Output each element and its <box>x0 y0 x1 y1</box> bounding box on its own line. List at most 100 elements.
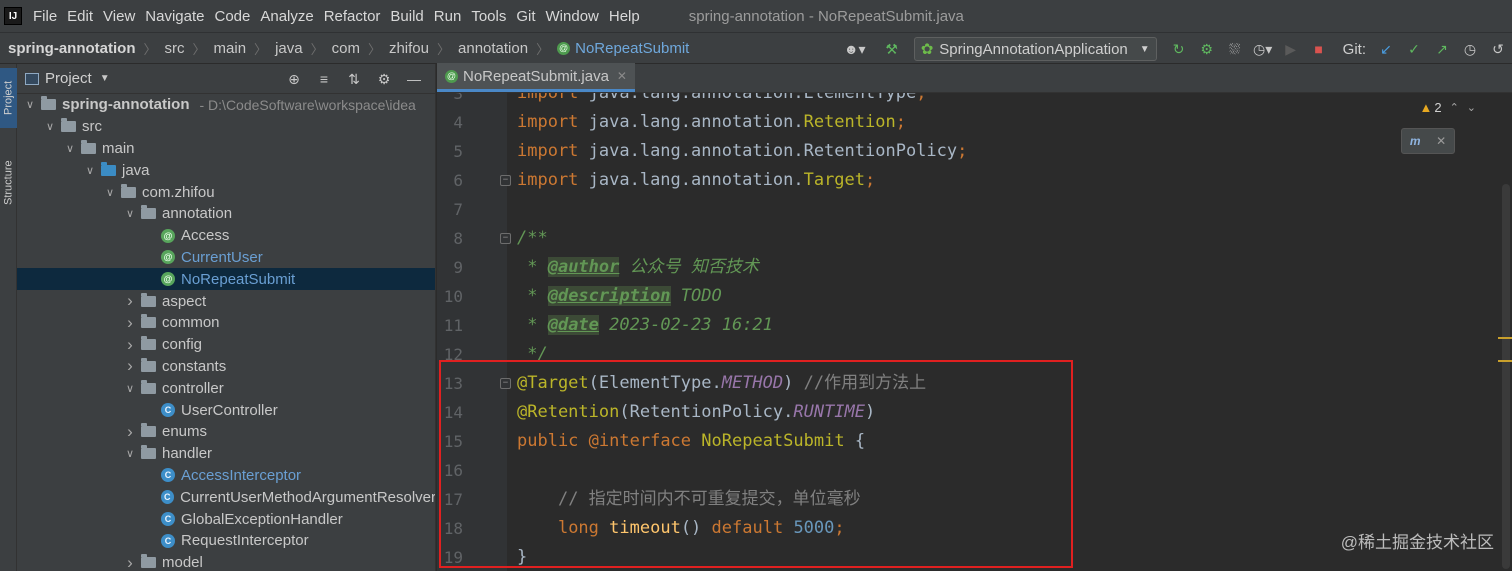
tree-node[interactable]: › constants <box>17 356 435 378</box>
breadcrumb-item[interactable]: com <box>332 40 360 57</box>
tree-node[interactable]: C UserController <box>17 399 435 421</box>
menu-view[interactable]: View <box>98 8 140 25</box>
breadcrumb-item[interactable]: annotation <box>458 40 528 57</box>
menu-help[interactable]: Help <box>604 8 645 25</box>
menu-file[interactable]: File <box>28 8 62 25</box>
tree-node[interactable]: ∨ com.zhifou <box>17 181 435 203</box>
tree-node[interactable]: › enums <box>17 421 435 443</box>
code-line[interactable]: 5 import java.lang.annotation.RetentionPo… <box>437 137 1512 166</box>
chevron-down-icon[interactable]: ∨ <box>63 142 77 155</box>
fold-toggle-icon[interactable]: − <box>500 233 511 244</box>
menu-run[interactable]: Run <box>429 8 467 25</box>
fold-toggle-icon[interactable]: − <box>500 175 511 186</box>
chevron-right-icon[interactable]: › <box>123 356 137 376</box>
breadcrumb-item[interactable]: @ NoRepeatSubmit <box>557 40 689 57</box>
code-line[interactable]: 6 − import java.lang.annotation.Target; <box>437 166 1512 195</box>
run-icon[interactable]: ▶ <box>1280 38 1302 60</box>
menu-refactor[interactable]: Refactor <box>319 8 386 25</box>
project-tool-tab[interactable]: Project <box>0 68 17 128</box>
rerun-icon[interactable]: ↻ <box>1168 38 1190 60</box>
build-hammer-icon[interactable]: ⚒ <box>881 38 903 60</box>
stop-icon[interactable]: ■ <box>1308 38 1330 60</box>
project-panel-title[interactable]: Project <box>45 70 92 87</box>
editor-scrollbar[interactable] <box>1502 184 1510 569</box>
chevron-down-icon[interactable]: ∨ <box>23 98 37 111</box>
chevron-up-icon[interactable]: ⌃ <box>1450 101 1459 114</box>
tree-node[interactable]: › model <box>17 552 435 571</box>
chevron-right-icon[interactable]: › <box>123 335 137 355</box>
tree-node[interactable]: › aspect <box>17 290 435 312</box>
hide-panel-icon[interactable]: — <box>403 68 425 90</box>
menu-edit[interactable]: Edit <box>62 8 98 25</box>
coverage-icon[interactable]: ⛆ <box>1224 38 1246 60</box>
chevron-right-icon[interactable]: › <box>123 313 137 333</box>
tree-node[interactable]: C GlobalExceptionHandler <box>17 508 435 530</box>
git-commit-icon[interactable]: ✓ <box>1403 38 1425 60</box>
tree-node[interactable]: ∨ java <box>17 159 435 181</box>
menu-code[interactable]: Code <box>209 8 255 25</box>
tree-node[interactable]: C CurrentUserMethodArgumentResolver <box>17 486 435 508</box>
breadcrumb-item[interactable]: main <box>214 40 247 57</box>
code-line[interactable]: 4 import java.lang.annotation.Retention; <box>437 108 1512 137</box>
inspection-widget[interactable]: ▲ 2 ⌃ ⌄ <box>1419 100 1476 115</box>
warning-marker[interactable] <box>1498 360 1512 362</box>
profile-icon[interactable]: ◷▾ <box>1252 38 1274 60</box>
code-line[interactable]: 11 * @date 2023-02-23 16:21 <box>437 311 1512 340</box>
chevron-down-icon[interactable]: ∨ <box>123 447 137 460</box>
menu-analyze[interactable]: Analyze <box>255 8 318 25</box>
breadcrumb-item[interactable]: zhifou <box>389 40 429 57</box>
chevron-down-icon[interactable]: ⌄ <box>1467 101 1476 114</box>
code-line[interactable]: 7 <box>437 195 1512 224</box>
menu-git[interactable]: Git <box>511 8 540 25</box>
tree-node[interactable]: C AccessInterceptor <box>17 465 435 487</box>
editor-tab-norepeatsubmit[interactable]: @ NoRepeatSubmit.java ✕ <box>437 63 635 92</box>
tree-node[interactable]: ∨ spring-annotation - D:\CodeSoftware\work… <box>17 94 435 116</box>
breadcrumb-item[interactable]: java <box>275 40 303 57</box>
chevron-down-icon[interactable]: ∨ <box>103 186 117 199</box>
code-line[interactable]: 9 * @author 公众号 知否技术 <box>437 253 1512 282</box>
git-history-icon[interactable]: ◷ <box>1459 38 1481 60</box>
maven-reload-popup[interactable]: m ✕ <box>1401 128 1455 154</box>
code-line[interactable]: 8 −/** <box>437 224 1512 253</box>
menu-tools[interactable]: Tools <box>466 8 511 25</box>
code-line[interactable]: 10 * @description TODO <box>437 282 1512 311</box>
chevron-right-icon[interactable]: › <box>123 291 137 311</box>
git-update-icon[interactable]: ↙ <box>1375 38 1397 60</box>
git-push-icon[interactable]: ↗ <box>1431 38 1453 60</box>
chevron-right-icon[interactable]: › <box>123 422 137 442</box>
tree-node[interactable]: ∨ src <box>17 116 435 138</box>
tree-node[interactable]: ∨ annotation <box>17 203 435 225</box>
user-icon[interactable]: ☻▾ <box>844 38 866 60</box>
tree-node[interactable]: @ CurrentUser <box>17 247 435 269</box>
menu-window[interactable]: Window <box>541 8 604 25</box>
tree-node[interactable]: ∨ controller <box>17 377 435 399</box>
chevron-right-icon[interactable]: › <box>123 553 137 571</box>
chevron-down-icon[interactable]: ∨ <box>43 120 57 133</box>
chevron-down-icon[interactable]: ∨ <box>123 207 137 220</box>
tree-node[interactable]: ∨ handler <box>17 443 435 465</box>
tree-node[interactable]: @ NoRepeatSubmit <box>17 268 435 291</box>
tree-node[interactable]: ∨ main <box>17 138 435 160</box>
close-icon[interactable]: ✕ <box>1436 134 1446 148</box>
run-config-dropdown[interactable]: ✿ SpringAnnotationApplication ▼ <box>913 37 1157 61</box>
breadcrumb-item[interactable]: spring-annotation <box>8 40 136 57</box>
chevron-down-icon[interactable]: ∨ <box>123 382 137 395</box>
revert-icon[interactable]: ↺ <box>1487 38 1509 60</box>
collapse-all-icon[interactable]: ⇅ <box>343 68 365 90</box>
code-line[interactable]: 3 import java.lang.annotation.ElementType… <box>437 93 1512 108</box>
tree-node[interactable]: C RequestInterceptor <box>17 530 435 552</box>
structure-tool-tab[interactable]: Structure <box>0 146 17 220</box>
menu-build[interactable]: Build <box>385 8 428 25</box>
locate-file-icon[interactable]: ⊕ <box>283 68 305 90</box>
close-icon[interactable]: ✕ <box>617 69 627 83</box>
maven-icon[interactable]: m <box>1410 134 1421 148</box>
expand-all-icon[interactable]: ≡ <box>313 68 335 90</box>
breadcrumb-item[interactable]: src <box>165 40 185 57</box>
menu-navigate[interactable]: Navigate <box>140 8 209 25</box>
chevron-down-icon[interactable]: ∨ <box>83 164 97 177</box>
chevron-down-icon[interactable]: ▼ <box>100 73 110 84</box>
settings-gear-icon[interactable]: ⚙ <box>373 68 395 90</box>
tree-node[interactable]: › common <box>17 312 435 334</box>
tree-node[interactable]: @ Access <box>17 225 435 247</box>
warning-marker[interactable] <box>1498 337 1512 339</box>
